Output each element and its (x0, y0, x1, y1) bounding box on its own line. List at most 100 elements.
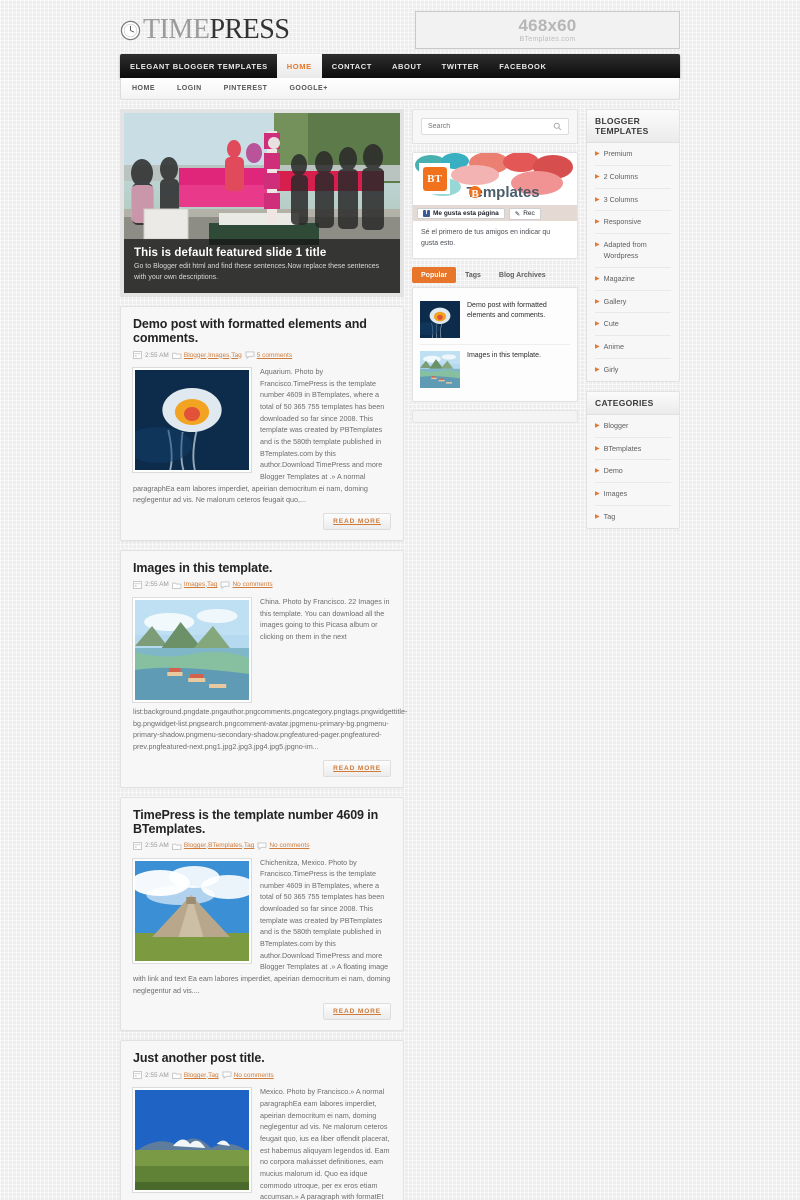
facebook-like-button[interactable]: f Me gusta esta página (417, 208, 505, 219)
popular-post-title[interactable]: Images in this template. (467, 351, 541, 388)
sidebar-list-item[interactable]: ▶ Images (595, 483, 671, 506)
post-category-link[interactable]: Blogger (184, 1072, 206, 1079)
popular-post-item[interactable]: Images in this template. (420, 345, 570, 394)
popular-post-item[interactable]: Demo post with formatted elements and co… (420, 295, 570, 345)
post-thumbnail[interactable] (133, 368, 251, 472)
post-item: TimePress is the template number 4609 in… (120, 796, 404, 1032)
post-comments-link[interactable]: No comments (269, 842, 309, 849)
search-input[interactable] (428, 123, 553, 130)
sidebar-list-item[interactable]: ▶ Premium (595, 143, 671, 166)
sidebar-list-item[interactable]: ▶ Tag (595, 506, 671, 528)
sidebar-list-item[interactable]: ▶ Adapted from Wordpress (595, 234, 671, 268)
facebook-share-label: Rec (523, 210, 535, 217)
sidebar-list-item[interactable]: ▶ Blogger (595, 415, 671, 438)
subnav-item-pinterest[interactable]: PINTEREST (213, 78, 279, 99)
sidebar-widget: CATEGORIES ▶ Blogger ▶ BTemplates ▶ Demo… (586, 390, 680, 529)
post-category-link[interactable]: Images (184, 581, 205, 588)
clock-icon (120, 20, 141, 41)
read-more-button[interactable]: READ MORE (323, 1003, 391, 1021)
nav-item-elegant-blogger-templates[interactable]: ELEGANT BLOGGER TEMPLATES (120, 54, 277, 78)
subnav-item-google-[interactable]: GOOGLE+ (278, 78, 338, 99)
sidebar-list-item[interactable]: ▶ Cute (595, 313, 671, 337)
post-title[interactable]: Images in this template. (133, 561, 391, 575)
post-thumbnail[interactable] (133, 858, 251, 963)
sidebar-list-item[interactable]: ▶ BTemplates (595, 438, 671, 461)
popular-post-thumbnail[interactable] (420, 301, 460, 338)
sidebar-list-item[interactable]: ▶ Anime (595, 336, 671, 359)
sidebar-widget-title: BLOGGER TEMPLATES (587, 110, 679, 143)
read-more-row: READ MORE (133, 512, 391, 530)
ad-banner[interactable]: 468x60 BTemplates.com (415, 11, 680, 49)
sidebar-item-label: Magazine (603, 273, 635, 283)
main-column: This is default featured slide 1 title G… (120, 109, 407, 1200)
search-box[interactable] (421, 118, 569, 135)
post-category-link[interactable]: Blogger (184, 842, 206, 849)
post-category-link[interactable]: Images (208, 352, 229, 359)
site-logo[interactable]: TIMEPRESS (120, 16, 290, 44)
bullet-arrow-icon: ▶ (595, 242, 600, 249)
featured-slider[interactable]: This is default featured slide 1 title G… (120, 109, 404, 297)
nav-item-about[interactable]: ABOUT (382, 54, 432, 78)
sidebar-list-item[interactable]: ▶ Gallery (595, 291, 671, 314)
primary-navigation: ELEGANT BLOGGER TEMPLATES HOME CONTACT ABOU… (120, 54, 680, 78)
post-comments-link[interactable]: No comments (232, 581, 272, 588)
read-more-row: READ MORE (133, 759, 391, 777)
post-thumbnail[interactable] (133, 1088, 251, 1193)
post-title[interactable]: Just another post title. (133, 1051, 391, 1065)
calendar-icon (133, 841, 142, 850)
post-category-link[interactable]: Tag (208, 1072, 218, 1079)
nav-item-home[interactable]: HOME (276, 54, 322, 78)
content-wrapper: This is default featured slide 1 title G… (120, 109, 680, 1200)
sidebar-list-item[interactable]: ▶ Girly (595, 359, 671, 381)
facebook-action-bar: f Me gusta esta página ✎ Rec (413, 206, 577, 221)
subnav-item-home[interactable]: HOME (121, 78, 166, 99)
sidebar-list-item[interactable]: ▶ Demo (595, 460, 671, 484)
post-category-link[interactable]: BTemplates (208, 842, 242, 849)
post-category-link[interactable]: Tag (244, 842, 254, 849)
nav-item-twitter[interactable]: TWITTER (432, 54, 490, 78)
tab-popular[interactable]: Popular (412, 267, 457, 283)
post-meta: 2:55 AM Blogger, Tag No comments (133, 1071, 391, 1080)
sidebar-list-item[interactable]: ▶ Magazine (595, 268, 671, 291)
popular-post-thumbnail[interactable] (420, 351, 460, 388)
sidebar-list-item[interactable]: ▶ 3 Columns (595, 189, 671, 212)
bullet-arrow-icon: ▶ (595, 491, 600, 498)
post-title[interactable]: Demo post with formatted elements and co… (133, 317, 391, 345)
comment-icon (245, 351, 255, 359)
sidebar-widget: BLOGGER TEMPLATES ▶ Premium ▶ 2 Columns … (586, 109, 680, 382)
post-comments-link[interactable]: 5 comments (257, 352, 292, 359)
read-more-button[interactable]: READ MORE (323, 759, 391, 777)
post-item: Just another post title. 2:55 AM Blogger… (120, 1040, 404, 1200)
bullet-arrow-icon: ▶ (595, 196, 600, 203)
bullet-arrow-icon: ▶ (595, 173, 600, 180)
nav-item-facebook[interactable]: FACEBOOK (489, 54, 556, 78)
post-time: 2:55 AM (145, 351, 169, 359)
post-body: Chichenitza, Mexico. Photo by Francisco.… (133, 857, 391, 997)
post-thumbnail[interactable] (133, 597, 251, 702)
post-category-link[interactable]: Tag (207, 581, 217, 588)
post-category-link[interactable]: Blogger (184, 352, 206, 359)
slide-title: This is default featured slide 1 title (134, 247, 327, 259)
sidebar-item-label: Responsive (603, 217, 642, 227)
tab-blog-archives[interactable]: Blog Archives (490, 267, 555, 283)
sidebar-list-item[interactable]: ▶ 2 Columns (595, 166, 671, 189)
post-title[interactable]: TimePress is the template number 4609 in… (133, 808, 391, 836)
sidebar-item-label: Blogger (603, 420, 629, 430)
nav-item-contact[interactable]: CONTACT (322, 54, 382, 78)
post-comments-link[interactable]: No comments (234, 1072, 274, 1079)
post-category-link[interactable]: Tag (231, 352, 241, 359)
ad-banner-source: BTemplates.com (519, 36, 576, 43)
facebook-share-button[interactable]: ✎ Rec (508, 207, 541, 220)
popular-post-title[interactable]: Demo post with formatted elements and co… (467, 301, 570, 338)
sidebar-item-label: Girly (603, 364, 619, 374)
subnav-item-login[interactable]: LOGIN (166, 78, 213, 99)
facebook-cover: Templates B BT f Me gusta esta página ✎ … (413, 153, 577, 221)
read-more-row: READ MORE (133, 1003, 391, 1021)
search-icon[interactable] (553, 118, 562, 136)
tab-tags[interactable]: Tags (456, 267, 490, 283)
post-time: 2:55 AM (145, 1071, 169, 1079)
facebook-page-widget[interactable]: Templates B BT f Me gusta esta página ✎ … (412, 152, 578, 259)
read-more-button[interactable]: READ MORE (323, 512, 391, 530)
sidebar-list-item[interactable]: ▶ Responsive (595, 211, 671, 235)
bullet-arrow-icon: ▶ (595, 275, 600, 282)
